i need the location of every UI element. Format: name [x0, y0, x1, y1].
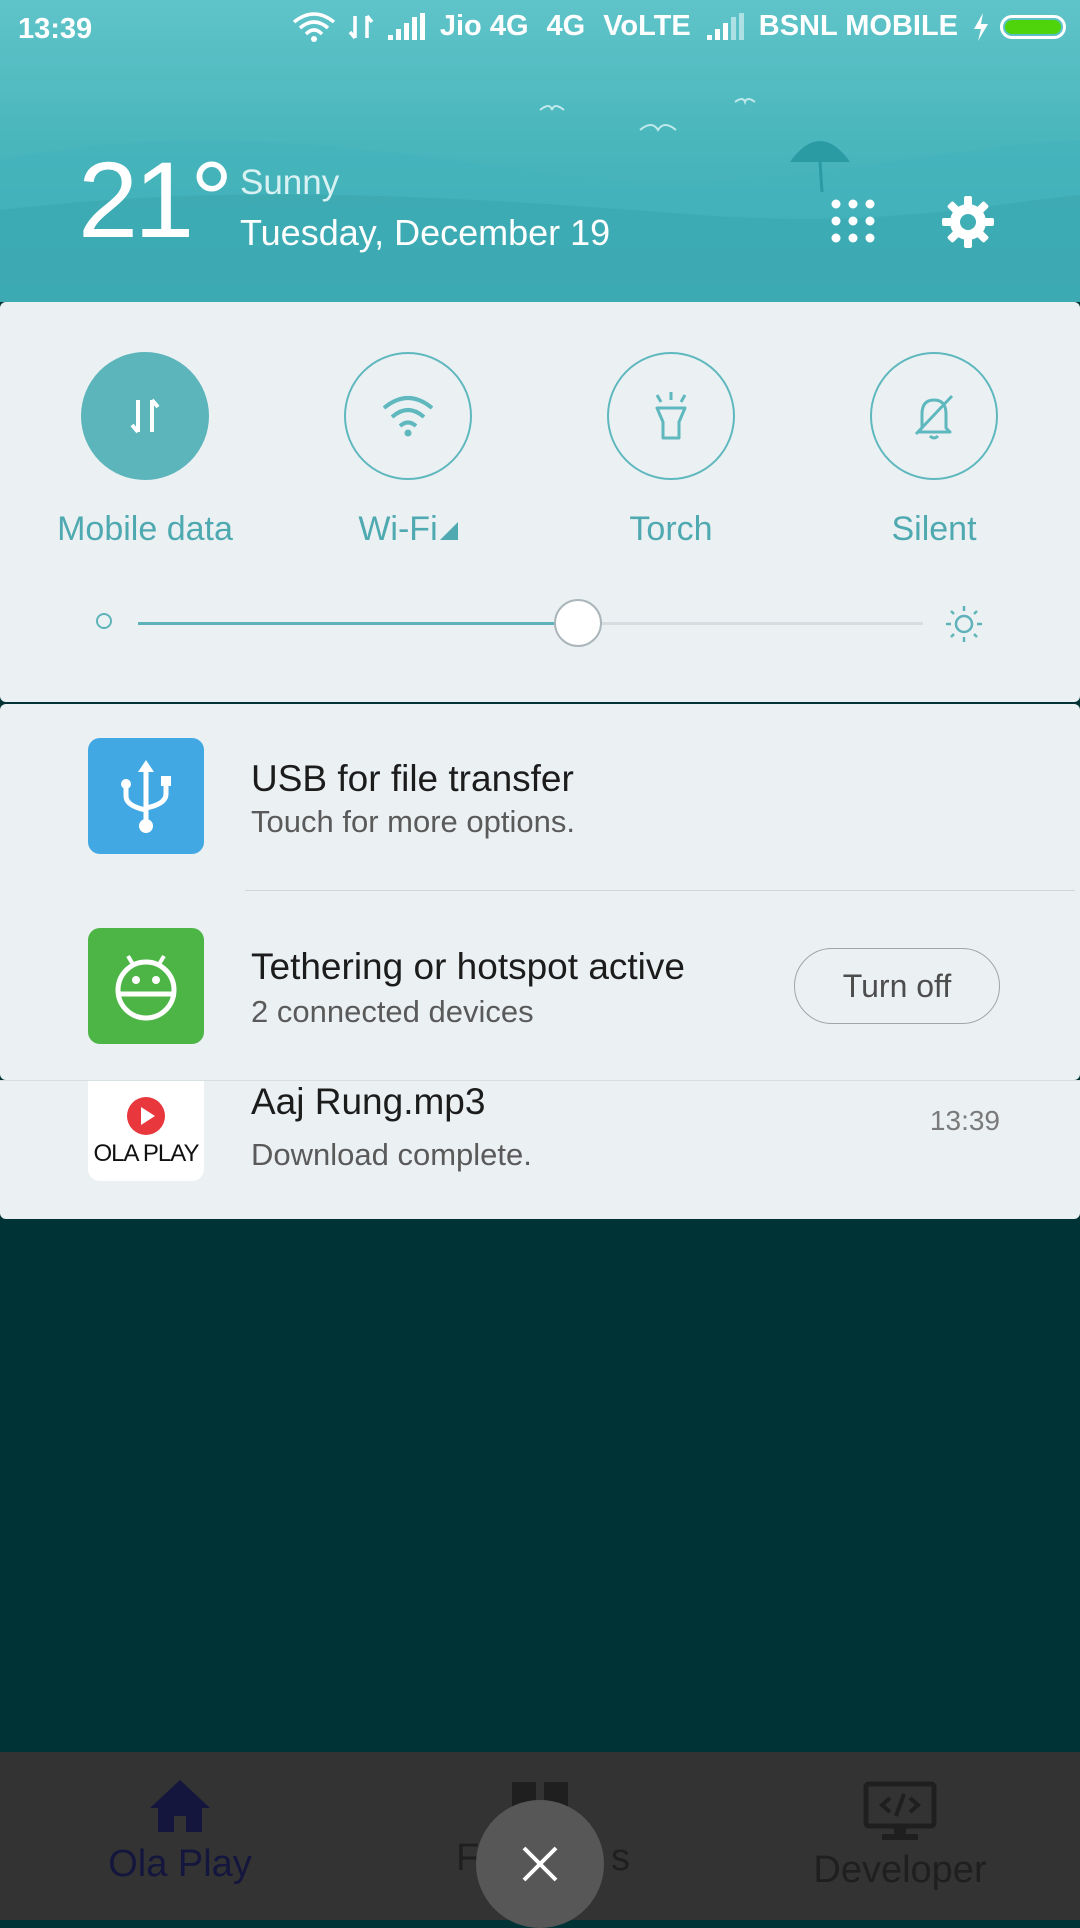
nav-developer[interactable]: Developer [780, 1752, 1020, 1892]
nav-ola-play[interactable]: Ola Play [60, 1752, 300, 1886]
app-grid-icon[interactable] [828, 196, 878, 246]
carrier-1-label: Jio 4G [439, 10, 529, 42]
tile-label-wifi: Wi-Fi [358, 510, 438, 548]
status-time: 13:39 [18, 13, 93, 45]
tile-silent[interactable]: Silent [834, 352, 1034, 549]
brightness-slider-fill [138, 622, 578, 625]
turn-off-hotspot-button[interactable]: Turn off [794, 948, 1000, 1024]
nav-label-ola-play: Ola Play [108, 1843, 252, 1885]
brightness-high-icon [946, 606, 982, 642]
data-transfer-status-icon [348, 14, 374, 39]
brightness-low-icon [96, 613, 112, 629]
developer-monitor-icon [863, 1781, 937, 1840]
mobile-data-toggle[interactable] [81, 352, 209, 480]
nav-label-partial-right: s [611, 1837, 630, 1879]
notification-time: 13:39 [929, 1105, 1000, 1136]
network-type-label: 4G [546, 10, 586, 42]
notification-text: 2 connected devices [251, 994, 534, 1029]
play-icon [127, 1097, 165, 1135]
settings-gear-icon[interactable] [940, 194, 996, 250]
android-hotspot-icon [88, 928, 204, 1044]
notification-title: Tethering or hotspot active [251, 946, 685, 987]
tile-label-torch: Torch [629, 510, 713, 548]
brightness-slider-thumb[interactable] [553, 599, 602, 647]
signal-strength-icon-1 [387, 12, 425, 40]
signal-strength-icon-2 [706, 12, 744, 40]
torch-toggle[interactable] [607, 352, 735, 480]
tile-mobile-data[interactable]: Mobile data [45, 352, 245, 549]
home-icon [150, 1780, 210, 1832]
tile-wifi[interactable]: Wi-Fi [308, 352, 508, 549]
volte-label: VoLTE [603, 10, 691, 42]
tile-torch[interactable]: Torch [571, 352, 771, 549]
wifi-toggle[interactable] [344, 352, 472, 480]
close-notifications-button[interactable] [476, 1800, 604, 1928]
tile-label-mobile-data: Mobile data [57, 510, 233, 548]
notification-shade-header: 13:39 Jio 4G 4G VoLTE BSNL MOBILE 21° Su… [0, 0, 1080, 302]
quick-settings-panel: Mobile data Wi-Fi Torch Silent [0, 302, 1080, 702]
close-icon [522, 1846, 558, 1882]
tile-label-silent: Silent [891, 510, 977, 548]
ola-play-logo-text: OLA PLAY [93, 1140, 200, 1167]
ola-play-logo: OLA PLAY [88, 1081, 204, 1181]
notification-ola-play[interactable]: OLA PLAY Aaj Rung.mp3 Download complete.… [0, 1080, 1080, 1219]
weather-condition: Sunny [240, 163, 340, 202]
wifi-expand-triangle-icon[interactable] [438, 520, 458, 540]
notification-title: USB for file transfer [251, 758, 574, 799]
notification-text: Touch for more options. [251, 804, 575, 839]
wifi-hotspot-status-icon [292, 11, 335, 42]
nav-label-developer: Developer [813, 1849, 987, 1891]
notification-group: USB for file transfer Touch for more opt… [0, 704, 1080, 1080]
weather-date: Tuesday, December 19 [240, 212, 611, 253]
wifi-icon [382, 396, 434, 437]
carrier-2-label: BSNL MOBILE [758, 10, 958, 42]
mobile-data-icon [130, 398, 160, 434]
weather-temperature[interactable]: 21° [78, 146, 233, 254]
bell-off-icon [914, 394, 954, 440]
usb-icon [88, 738, 204, 854]
notification-divider [245, 890, 1075, 891]
brightness-slider[interactable] [138, 599, 923, 647]
charging-bolt-icon [974, 12, 988, 41]
status-bar: 13:39 Jio 4G 4G VoLTE BSNL MOBILE [0, 0, 1080, 60]
battery-icon [1000, 14, 1066, 39]
notification-title: Aaj Rung.mp3 [251, 1081, 486, 1122]
flashlight-icon [655, 392, 687, 440]
notification-text: Download complete. [251, 1137, 532, 1172]
silent-toggle[interactable] [870, 352, 998, 480]
